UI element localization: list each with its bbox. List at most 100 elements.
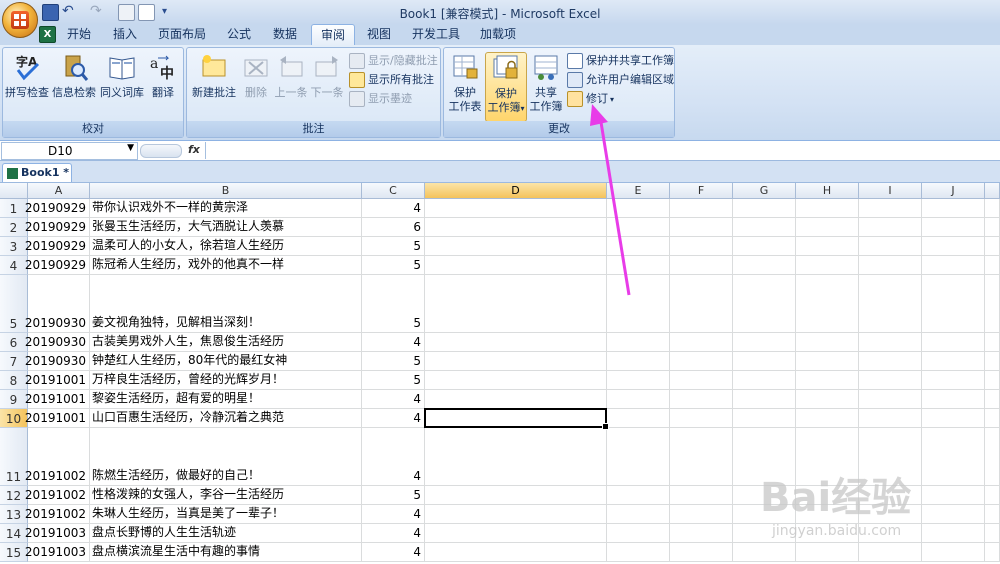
cell-h4[interactable]	[796, 256, 859, 275]
cell-i8[interactable]	[859, 371, 922, 390]
tab-data[interactable]: 数据	[266, 24, 304, 45]
cell-b12[interactable]: 性格泼辣的女强人，李谷一生活经历	[90, 486, 362, 505]
name-box[interactable]: D10 ▼	[1, 142, 138, 160]
cell-e9[interactable]	[607, 390, 670, 409]
cell-a6[interactable]: 20190930	[25, 333, 90, 352]
document-tab[interactable]: Book1 *	[2, 163, 72, 182]
cell-f1[interactable]	[670, 199, 733, 218]
cell-c5[interactable]: 5	[362, 275, 425, 333]
cell-f13[interactable]	[670, 505, 733, 524]
cell-f10[interactable]	[670, 409, 733, 428]
cell-f9[interactable]	[670, 390, 733, 409]
cell-i6[interactable]	[859, 333, 922, 352]
cell-b3[interactable]: 温柔可人的小女人，徐若瑄人生经历	[90, 237, 362, 256]
fill-handle[interactable]	[602, 423, 609, 430]
cell-j1[interactable]	[922, 199, 985, 218]
research-button[interactable]: 信息检索	[51, 52, 97, 100]
cell-e2[interactable]	[607, 218, 670, 237]
cell-b14[interactable]: 盘点长野博的人生生活轨迹	[90, 524, 362, 543]
cell-g6[interactable]	[733, 333, 796, 352]
office-button[interactable]	[2, 2, 38, 38]
cell-g4[interactable]	[733, 256, 796, 275]
cell-h6[interactable]	[796, 333, 859, 352]
cell-d12[interactable]	[425, 486, 607, 505]
row-header-13[interactable]: 13	[0, 505, 28, 524]
cell-b1[interactable]: 带你认识戏外不一样的黄宗泽	[90, 199, 362, 218]
track-changes-button[interactable]: 修订 ▾	[567, 90, 614, 108]
cell-c13[interactable]: 4	[362, 505, 425, 524]
cell-a7[interactable]: 20190930	[25, 352, 90, 371]
cell-i9[interactable]	[859, 390, 922, 409]
column-header-c[interactable]: C	[362, 183, 425, 199]
cell-e14[interactable]	[607, 524, 670, 543]
cell-a1[interactable]: 20190929	[25, 199, 90, 218]
cell-f6[interactable]	[670, 333, 733, 352]
cell-b7[interactable]: 钟楚红人生经历，80年代的最红女神	[90, 352, 362, 371]
cell-d11[interactable]	[425, 428, 607, 486]
cell-j5[interactable]	[922, 275, 985, 333]
cell-j2[interactable]	[922, 218, 985, 237]
cell-f5[interactable]	[670, 275, 733, 333]
cell-c6[interactable]: 4	[362, 333, 425, 352]
select-all-corner[interactable]	[0, 183, 28, 199]
cell-a10[interactable]: 20191001	[25, 409, 90, 428]
cell-d15[interactable]	[425, 543, 607, 562]
row-header-2[interactable]: 2	[0, 218, 28, 237]
column-header-d[interactable]: D	[425, 183, 607, 199]
column-header-f[interactable]: F	[670, 183, 733, 199]
cell-i5[interactable]	[859, 275, 922, 333]
name-box-dropdown-icon[interactable]: ▼	[127, 143, 134, 153]
cell-c2[interactable]: 6	[362, 218, 425, 237]
cell-e11[interactable]	[607, 428, 670, 486]
cell-c15[interactable]: 4	[362, 543, 425, 562]
cell-f8[interactable]	[670, 371, 733, 390]
cell-i3[interactable]	[859, 237, 922, 256]
cell-c12[interactable]: 5	[362, 486, 425, 505]
cell-e8[interactable]	[607, 371, 670, 390]
tab-addins[interactable]: 加载项	[474, 24, 522, 45]
column-header-e[interactable]: E	[607, 183, 670, 199]
cell-g2[interactable]	[733, 218, 796, 237]
column-header-h[interactable]: H	[796, 183, 859, 199]
column-header-b[interactable]: B	[90, 183, 362, 199]
cell-g10[interactable]	[733, 409, 796, 428]
cell-j6[interactable]	[922, 333, 985, 352]
cell-a8[interactable]: 20191001	[25, 371, 90, 390]
cell-i2[interactable]	[859, 218, 922, 237]
cell-f4[interactable]	[670, 256, 733, 275]
cell-c3[interactable]: 5	[362, 237, 425, 256]
cell-b4[interactable]: 陈冠希人生经历，戏外的他真不一样	[90, 256, 362, 275]
cell-i10[interactable]	[859, 409, 922, 428]
cell-f12[interactable]	[670, 486, 733, 505]
insert-function-button[interactable]: fx	[188, 143, 200, 156]
cell-b13[interactable]: 朱琳人生经历，当真是美了一辈子！	[90, 505, 362, 524]
allow-edit-ranges-button[interactable]: 允许用户编辑区域	[567, 71, 674, 89]
cell-g3[interactable]	[733, 237, 796, 256]
cell-a4[interactable]: 20190929	[25, 256, 90, 275]
cell-b10[interactable]: 山口百惠生活经历，冷静沉着之典范	[90, 409, 362, 428]
cell-f2[interactable]	[670, 218, 733, 237]
tab-review[interactable]: 审阅	[311, 24, 355, 46]
tab-formulas[interactable]: 公式	[220, 24, 258, 45]
row-header-10[interactable]: 10	[0, 409, 28, 428]
row-header-14[interactable]: 14	[0, 524, 28, 543]
cell-b9[interactable]: 黎姿生活经历，超有爱的明星！	[90, 390, 362, 409]
cell-j10[interactable]	[922, 409, 985, 428]
cell-g5[interactable]	[733, 275, 796, 333]
cell-a13[interactable]: 20191002	[25, 505, 90, 524]
cell-d7[interactable]	[425, 352, 607, 371]
cell-b11[interactable]: 陈燃生活经历，做最好的自己！	[90, 428, 362, 486]
cell-e6[interactable]	[607, 333, 670, 352]
cell-g1[interactable]	[733, 199, 796, 218]
cell-c7[interactable]: 5	[362, 352, 425, 371]
cell-a12[interactable]: 20191002	[25, 486, 90, 505]
protect-and-share-button[interactable]: 保护并共享工作簿	[567, 52, 674, 70]
cell-d13[interactable]	[425, 505, 607, 524]
column-header-g[interactable]: G	[733, 183, 796, 199]
cell-e10[interactable]	[607, 409, 670, 428]
cell-c11[interactable]: 4	[362, 428, 425, 486]
cell-c4[interactable]: 5	[362, 256, 425, 275]
row-header-12[interactable]: 12	[0, 486, 28, 505]
cell-e15[interactable]	[607, 543, 670, 562]
show-ink-button[interactable]: 显示墨迹	[349, 90, 412, 108]
